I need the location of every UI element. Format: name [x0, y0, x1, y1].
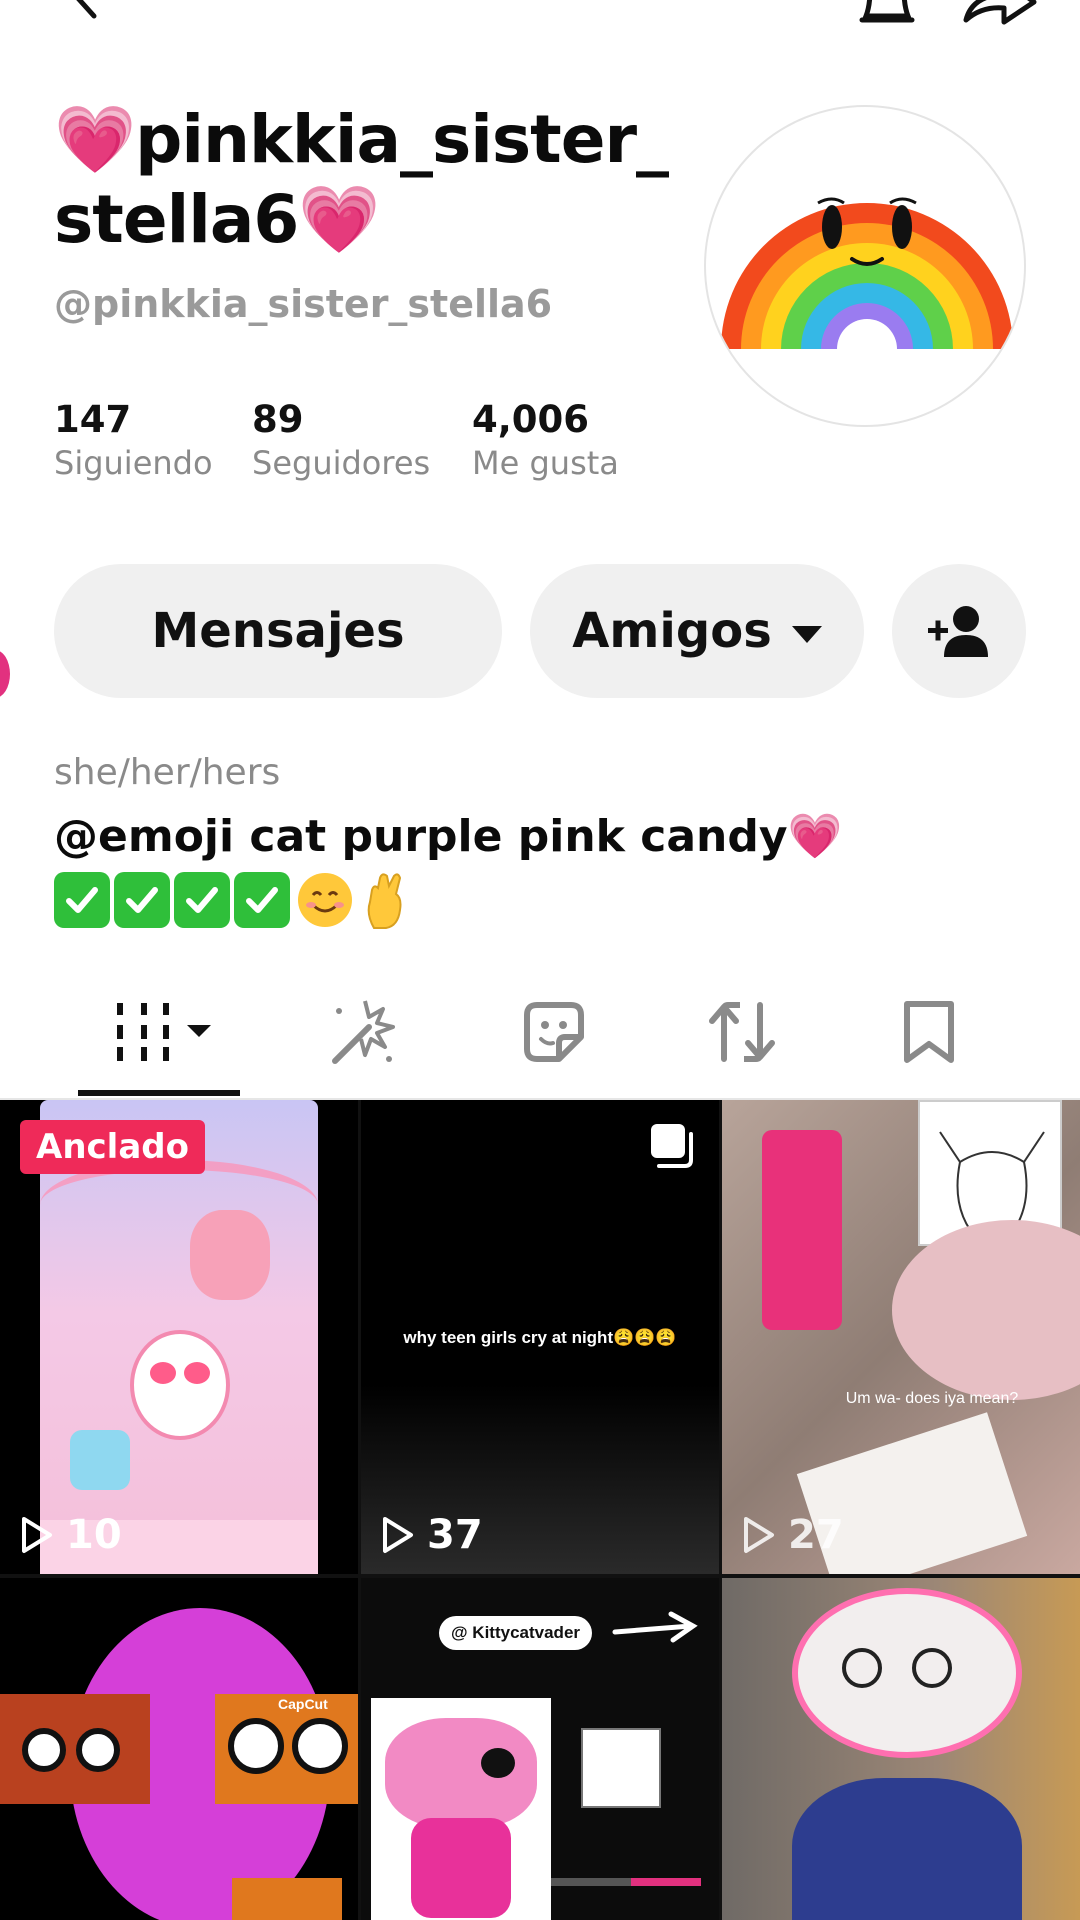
pinned-badge: Anclado [20, 1120, 205, 1174]
stat-followers[interactable]: 89 Seguidores [252, 398, 430, 484]
check-mark-icon [174, 872, 230, 928]
tab-reposts[interactable] [700, 990, 784, 1074]
video-thumbnail[interactable]: Um wa- does iya mean? 27 [722, 1100, 1080, 1574]
view-count: 37 [381, 1512, 483, 1558]
video-grid: Anclado 10 why teen girls cry at night😩😩… [0, 1100, 1080, 1920]
edge-decoration [0, 650, 10, 698]
view-count-value: 27 [788, 1512, 844, 1558]
following-count: 147 [54, 398, 132, 441]
messages-button[interactable]: Mensajes [54, 564, 502, 698]
repost-icon [709, 1002, 775, 1062]
bio-line-1: @emoji cat purple pink candy 💗 [54, 810, 843, 863]
back-arrow-icon[interactable] [58, 0, 108, 20]
likes-label: Me gusta [472, 444, 619, 482]
top-nav [0, 0, 1080, 40]
video-caption: why teen girls cry at night😩😩😩 [403, 1328, 677, 1347]
profile-tabs [0, 990, 1080, 1100]
followers-label: Seguidores [252, 444, 431, 482]
video-thumbnail[interactable]: why teen girls cry at night😩😩😩 37 [361, 1100, 719, 1574]
friends-dropdown-button[interactable]: Amigos [530, 564, 864, 698]
display-name-line-1: 💗pinkkia_sister_ [54, 101, 669, 178]
likes-count: 4,006 [472, 398, 590, 441]
multi-photo-icon [651, 1124, 693, 1168]
video-thumbnail[interactable]: @ Kittycatvader [361, 1578, 719, 1920]
add-person-icon [928, 606, 988, 657]
view-count-value: 10 [66, 1512, 122, 1558]
view-count-value: 37 [427, 1512, 483, 1558]
rainbow-avatar-image [721, 197, 1013, 349]
tab-effects[interactable] [322, 990, 402, 1074]
character-head [792, 1588, 1022, 1758]
drawing-panel [371, 1698, 551, 1920]
stat-likes[interactable]: 4,006 Me gusta [472, 398, 619, 484]
following-label: Siguiendo [54, 444, 213, 482]
caret-down-icon [791, 625, 822, 643]
bookmark-icon [904, 1001, 954, 1063]
bell-icon[interactable] [852, 0, 922, 32]
pink-character [762, 1130, 842, 1330]
video-caption: Um wa- does iya mean? [845, 1390, 1019, 1407]
video-thumbnail[interactable] [722, 1578, 1080, 1920]
play-icon [22, 1517, 52, 1553]
sparkle-wand-icon [332, 1000, 395, 1064]
tab-favorites[interactable] [894, 990, 964, 1074]
check-mark-icon [54, 872, 110, 928]
view-count: 10 [20, 1512, 122, 1558]
video-thumbnail[interactable]: Anclado 10 [0, 1100, 358, 1574]
view-count: 27 [742, 1512, 844, 1558]
profile-display-name: 💗pinkkia_sister_ stella6💗 [54, 100, 674, 260]
bio-line-2 [54, 870, 408, 930]
smiling-face-icon [298, 873, 352, 927]
share-icon[interactable] [960, 0, 1040, 32]
stat-following[interactable]: 147 Siguiendo [54, 398, 213, 484]
followers-count: 89 [252, 398, 304, 441]
display-name-line-2: stella6💗 [54, 181, 380, 258]
profile-username: @pinkkia_sister_stella6 [54, 282, 553, 326]
selected-tab-indicator [78, 1090, 240, 1096]
sticker-face-icon [524, 1002, 584, 1062]
add-friend-button[interactable] [892, 564, 1026, 698]
video-thumbnail[interactable]: CapCut [0, 1578, 358, 1920]
bio-text: @emoji cat purple pink candy [54, 810, 788, 862]
tab-videos[interactable] [100, 990, 220, 1074]
arrow-right-icon [612, 1611, 698, 1643]
friends-button-label: Amigos [572, 603, 772, 659]
videos-grid-icon [117, 1003, 211, 1061]
mention-tag: @ Kittycatvader [439, 1616, 593, 1650]
play-icon [383, 1517, 413, 1553]
blue-dress [792, 1778, 1022, 1920]
tab-stickers[interactable] [514, 990, 594, 1074]
sketch-image [581, 1728, 661, 1808]
check-mark-icon [234, 872, 290, 928]
play-icon [744, 1517, 774, 1553]
avatar[interactable] [704, 105, 1026, 427]
messages-button-label: Mensajes [151, 603, 405, 659]
capcut-watermark: CapCut [278, 1696, 328, 1712]
check-mark-icon [114, 872, 170, 928]
pronouns: she/her/hers [54, 752, 281, 793]
crossed-fingers-icon [367, 873, 402, 929]
heart-emoji: 💗 [787, 811, 843, 862]
